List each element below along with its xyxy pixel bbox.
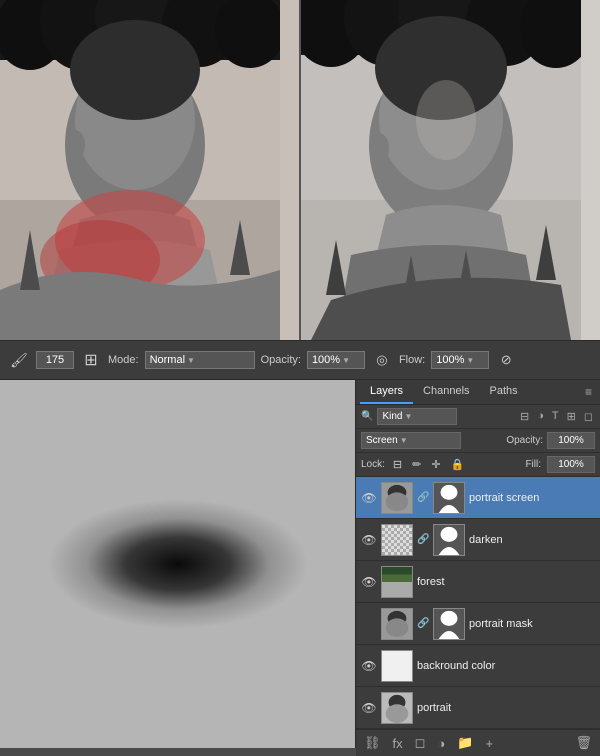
flow-dropdown[interactable]: 100% ▼ — [431, 351, 489, 369]
layer-thumb-portrait-mask — [381, 608, 413, 640]
canvas-preview-area — [0, 0, 600, 340]
layer-mask-portrait-screen — [433, 482, 465, 514]
tab-layers[interactable]: Layers — [360, 380, 413, 404]
layers-bottom-bar: ⛓ fx ◻ ◑ 📁 + 🗑 — [356, 729, 600, 756]
layers-tab-bar: Layers Channels Paths ≡ — [356, 380, 600, 405]
opacity-value: 100% — [312, 354, 340, 366]
layer-mask-portrait-mask — [433, 608, 465, 640]
layer-link-bottom-icon[interactable]: ⛓ — [361, 733, 384, 753]
layers-panel: Layers Channels Paths ≡ 🔍 Kind ▼ ⊟ ◑ T ⊞… — [355, 380, 600, 748]
layer-mask-bottom-icon[interactable]: ◻ — [412, 733, 429, 753]
layer-name-darken: darken — [469, 534, 595, 546]
fill-value[interactable]: 100% — [547, 456, 595, 473]
tab-paths[interactable]: Paths — [480, 380, 528, 404]
mode-value: Normal — [150, 354, 185, 366]
layer-delete-icon[interactable]: 🗑 — [572, 733, 595, 753]
layer-link-icon-portrait-mask: 🔗 — [417, 618, 427, 629]
canvas-area — [0, 380, 355, 748]
layer-item-darken[interactable]: 👁 🔗 darken — [356, 519, 600, 561]
flow-label: Flow: — [399, 354, 425, 366]
layer-visibility-portrait[interactable]: 👁 — [361, 700, 377, 716]
smart-filter-icon[interactable]: ⊞ — [565, 409, 578, 424]
filter-icons-group: ⊟ ◑ T ⊞ ◻ — [518, 409, 595, 424]
lock-position-icon[interactable]: ✛ — [429, 457, 442, 472]
layer-mask-darken — [433, 524, 465, 556]
blend-mode-value: Screen — [366, 435, 398, 446]
layer-visibility-forest[interactable]: 👁 — [361, 574, 377, 590]
layer-thumb-forest — [381, 566, 413, 598]
blend-dropdown-arrow: ▼ — [400, 436, 408, 445]
blend-opacity-row: Screen ▼ Opacity: 100% — [356, 429, 600, 453]
search-icon: 🔍 — [361, 411, 373, 422]
lock-image-icon[interactable]: ✏ — [410, 457, 423, 472]
layer-thumb-background-color — [381, 650, 413, 682]
layer-adjustment-icon[interactable]: ◑ — [434, 734, 448, 753]
opacity-dropdown-arrow: ▼ — [342, 356, 350, 365]
layer-item-portrait[interactable]: 👁 portrait — [356, 687, 600, 729]
layer-visibility-portrait-screen[interactable]: 👁 — [361, 490, 377, 506]
layer-fx-icon[interactable]: fx — [390, 734, 406, 753]
layers-filter-row: 🔍 Kind ▼ ⊟ ◑ T ⊞ ◻ — [356, 405, 600, 429]
layer-thumb-portrait-screen — [381, 482, 413, 514]
layer-new-icon[interactable]: + — [482, 734, 496, 753]
layer-name-portrait-mask: portrait mask — [469, 618, 595, 630]
airbrush-icon[interactable]: ◎ — [371, 349, 393, 371]
layer-link-icon-portrait-screen: 🔗 — [417, 492, 427, 503]
layers-panel-menu-icon[interactable]: ≡ — [581, 381, 596, 403]
tablet-pressure-icon[interactable]: ⊘ — [495, 349, 517, 371]
layers-list: 👁 🔗 portrait screen — [356, 477, 600, 729]
opacity-label: Opacity: — [261, 354, 301, 366]
lock-transparent-icon[interactable]: ⊟ — [391, 457, 404, 472]
layer-thumb-darken — [381, 524, 413, 556]
layer-name-forest: forest — [417, 576, 595, 588]
tab-channels[interactable]: Channels — [413, 380, 479, 404]
brush-stroke-preview — [48, 499, 308, 629]
canvas-inner — [0, 380, 355, 748]
layer-name-background-color: backround color — [417, 660, 595, 672]
layer-visibility-darken[interactable]: 👁 — [361, 532, 377, 548]
color-filter-icon[interactable]: ◻ — [582, 409, 595, 424]
layer-name-portrait-screen: portrait screen — [469, 492, 595, 504]
layer-item-forest[interactable]: 👁 forest — [356, 561, 600, 603]
brush-size-input[interactable]: 175 — [36, 351, 74, 369]
opacity-row-label: Opacity: — [506, 435, 543, 446]
filter-dropdown-arrow: ▼ — [404, 412, 412, 421]
filter-value: Kind — [382, 411, 402, 422]
layer-name-portrait: portrait — [417, 702, 595, 714]
flow-dropdown-arrow: ▼ — [466, 356, 474, 365]
filter-dropdown[interactable]: Kind ▼ — [377, 408, 457, 425]
lock-row: Lock: ⊟ ✏ ✛ 🔒 Fill: 100% — [356, 453, 600, 477]
adjustment-filter-icon[interactable]: ◑ — [535, 409, 546, 424]
mode-dropdown[interactable]: Normal ▼ — [145, 351, 255, 369]
layer-visibility-portrait-mask[interactable]: 👁 — [361, 616, 377, 632]
lock-all-icon[interactable]: 🔒 — [449, 457, 467, 472]
layer-item-background-color[interactable]: 👁 backround color — [356, 645, 600, 687]
opacity-dropdown[interactable]: 100% ▼ — [307, 351, 365, 369]
layer-visibility-background-color[interactable]: 👁 — [361, 658, 377, 674]
layer-item-portrait-mask[interactable]: 👁 🔗 portrait mask — [356, 603, 600, 645]
blend-mode-dropdown[interactable]: Screen ▼ — [361, 432, 461, 449]
mode-dropdown-arrow: ▼ — [187, 356, 195, 365]
type-filter-icon[interactable]: T — [550, 409, 561, 424]
brush-preset-icon[interactable]: ⊞ — [80, 349, 102, 371]
fill-label: Fill: — [525, 459, 541, 470]
mode-label: Mode: — [108, 354, 139, 366]
layer-group-icon[interactable]: 📁 — [454, 733, 476, 753]
toolbar: 🖌 175 ⊞ Mode: Normal ▼ Opacity: 100% ▼ ◎… — [0, 340, 600, 380]
bottom-area: Layers Channels Paths ≡ 🔍 Kind ▼ ⊟ ◑ T ⊞… — [0, 380, 600, 748]
image-filter-icon[interactable]: ⊟ — [518, 409, 531, 424]
brush-tool-icon[interactable]: 🖌 — [8, 349, 30, 371]
left-image-panel — [0, 0, 301, 340]
layer-item-portrait-screen[interactable]: 👁 🔗 portrait screen — [356, 477, 600, 519]
layer-link-icon-darken: 🔗 — [417, 534, 427, 545]
lock-label: Lock: — [361, 459, 385, 470]
opacity-row-value[interactable]: 100% — [547, 432, 595, 449]
right-image-panel — [301, 0, 600, 340]
flow-value: 100% — [436, 354, 464, 366]
layer-thumb-portrait — [381, 692, 413, 724]
